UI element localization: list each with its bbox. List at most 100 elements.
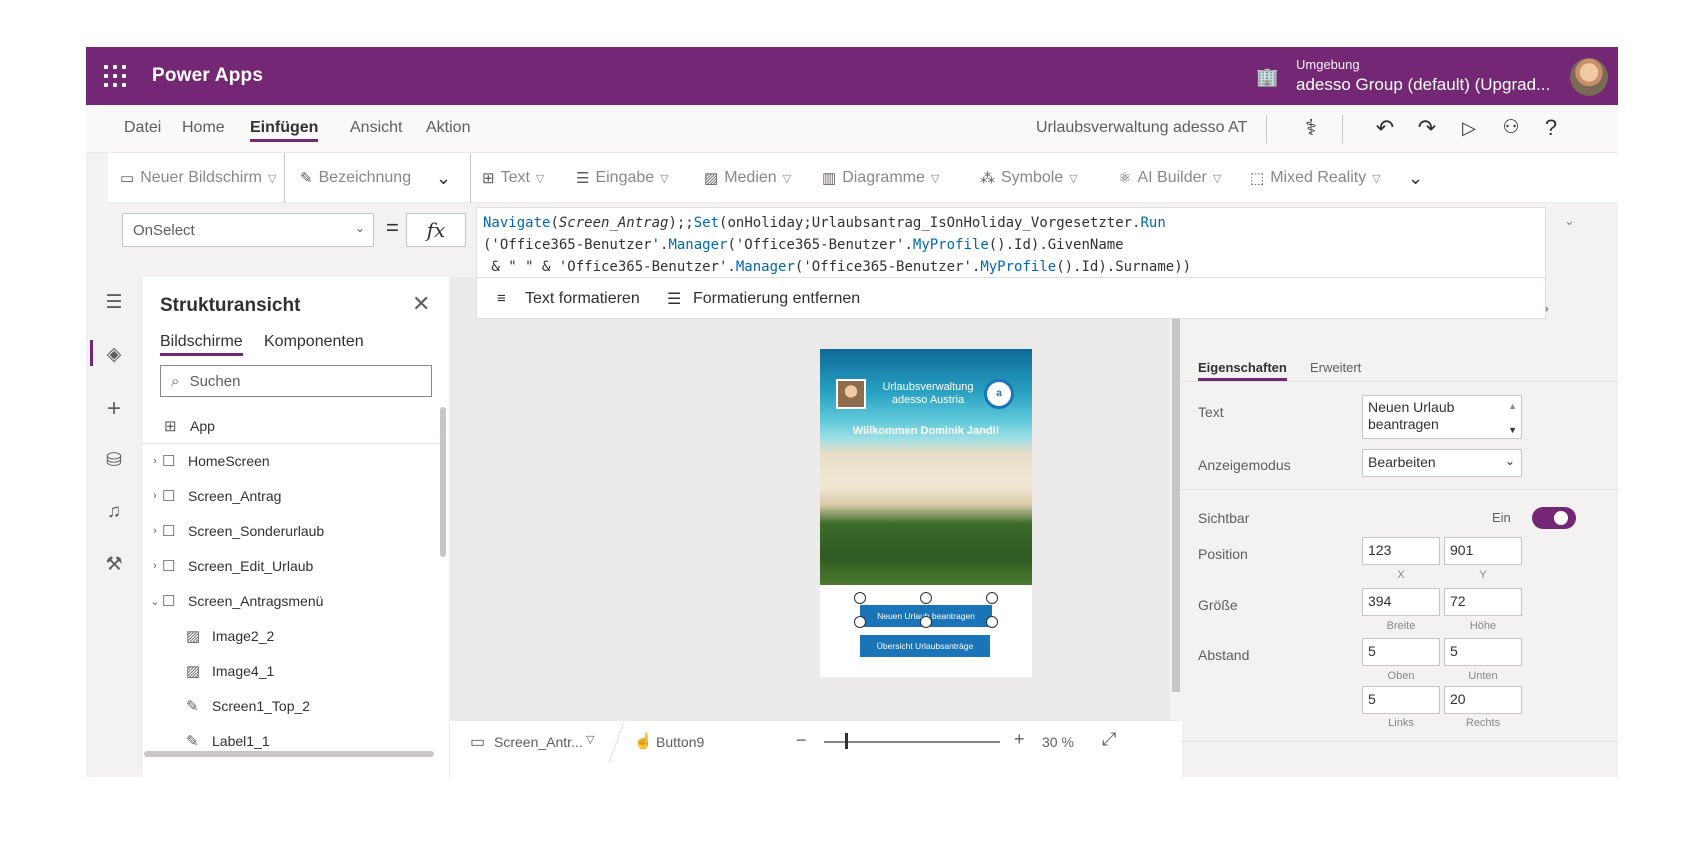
mixed-reality-menu[interactable]: ⬚ Mixed Reality ▽ [1250,153,1381,203]
data-icon[interactable]: ⛁ [86,449,142,472]
current-control-label[interactable]: Button9 [656,734,704,750]
position-y-input[interactable]: 901 [1444,537,1522,565]
mixed-reality-icon: ⬚ [1250,170,1265,187]
label-button[interactable]: ✎ Bezeichnung [300,153,411,203]
tree-view-icon[interactable]: ◈ [86,343,142,366]
media-menu[interactable]: ▨ Medien ▽ [704,153,791,203]
app-checker-icon[interactable]: ⚕ [1296,115,1326,141]
zoom-in-icon[interactable]: + [1014,729,1025,750]
tree-item-homescreen[interactable]: › ☐ HomeScreen [142,444,438,478]
position-x-input[interactable]: 123 [1362,537,1440,565]
tree-item-image2-2[interactable]: ▨ Image2_2 [142,619,438,653]
user-avatar[interactable] [1570,58,1608,96]
new-screen-button[interactable]: ▭ Neuer Bildschirm ▽ [120,153,276,203]
padding-left-input[interactable]: 5 [1362,686,1440,714]
close-icon[interactable]: ✕ [412,291,430,317]
padding-bottom-input[interactable]: 5 [1444,638,1522,666]
canvas-scrollbar-thumb[interactable] [1172,312,1180,692]
screen-icon: ☐ [162,453,176,470]
toggle-knob [1554,511,1568,525]
redo-icon[interactable]: ↷ [1412,115,1442,141]
design-canvas[interactable]: Urlaubsverwaltung adesso Austria a Willk… [450,277,1170,720]
tree-item-app[interactable]: ⊞ App [142,409,438,443]
zoom-slider-thumb[interactable] [845,733,849,749]
scroll-down-icon[interactable]: ▼ [1508,422,1517,439]
tree-item-image4-1[interactable]: ▨ Image4_1 [142,654,438,688]
width-input[interactable]: 394 [1362,588,1440,616]
hamburger-icon[interactable]: ☰ [86,291,142,314]
help-icon[interactable]: ? [1536,115,1566,141]
tree-item-screen-sonderurlaub[interactable]: › ☐ Screen_Sonderurlaub [142,514,438,548]
undo-icon[interactable]: ↶ [1370,115,1400,141]
tab-advanced[interactable]: Erweitert [1310,360,1361,375]
zoom-slider[interactable] [824,741,1000,743]
divider [284,153,285,203]
share-icon[interactable]: ⚇ [1496,116,1526,139]
resize-handle[interactable] [854,616,866,628]
more-chevron-icon[interactable]: ⌄ [1408,153,1423,203]
edit-label-icon: ✎ [300,170,313,187]
search-placeholder: Suchen [189,373,241,390]
button-control-icon: ☝ [634,733,653,750]
remove-formatting-icon: ☰ [667,291,682,308]
padding-top-input[interactable]: 5 [1362,638,1440,666]
brand-title[interactable]: Power Apps [152,65,263,87]
resize-handle[interactable] [986,592,998,604]
app-name[interactable]: Urlaubsverwaltung adesso AT [1036,119,1247,137]
tree-view-panel: Strukturansicht ✕ Bildschirme Komponente… [142,277,450,777]
expand-formula-chevron-icon[interactable]: ⌄ [1564,213,1575,229]
icons-label: Symbole [1001,169,1064,186]
tab-properties[interactable]: Eigenschaften [1198,360,1287,381]
media-icon[interactable]: ♫ [86,501,142,523]
menu-einfuegen[interactable]: Einfügen [250,119,319,142]
tree-item-screen1-top-2[interactable]: ✎ Screen1_Top_2 [142,689,438,723]
menu-datei[interactable]: Datei [124,119,161,137]
property-dropdown[interactable]: OnSelect ⌄ [122,213,374,247]
fx-button[interactable]: fx [406,213,466,247]
app-launcher-icon[interactable] [104,65,126,87]
text-label: Text [500,169,530,186]
charts-menu[interactable]: ▥ Diagramme ▽ [822,153,939,203]
ai-builder-menu[interactable]: ⚛ AI Builder ▽ [1118,153,1221,203]
formula-editor[interactable]: Navigate(Screen_Antrag);;Set(onHoliday;U… [476,207,1546,279]
tree-item-screen-antrag[interactable]: › ☐ Screen_Antrag [142,479,438,513]
horizontal-scrollbar[interactable] [144,751,434,757]
text-property-input[interactable]: Neuen Urlaub beantragen ▲ ▼ [1362,395,1522,439]
resize-handle[interactable] [920,592,932,604]
collapse-ribbon-chevron-icon[interactable]: ⌄ [436,153,451,203]
environment-name[interactable]: adesso Group (default) (Upgrad... [1296,75,1550,95]
tab-screens[interactable]: Bildschirme [160,333,243,356]
tools-icon[interactable]: ⚒ [86,553,142,576]
search-input[interactable]: ⌕ Suchen [160,365,432,397]
tree-item-screen-edit-urlaub[interactable]: › ☐ Screen_Edit_Urlaub [142,549,438,583]
remove-formatting-button[interactable]: Formatierung entfernen [693,290,860,308]
current-screen-selector[interactable]: Screen_Antr... [494,734,583,750]
menu-home[interactable]: Home [182,119,225,137]
padding-right-input[interactable]: 20 [1444,686,1522,714]
tree-item-screen-antragsmenue[interactable]: ⌄ ☐ Screen_Antragsmenü [142,584,438,618]
tab-components[interactable]: Komponenten [264,333,364,351]
fit-to-window-icon[interactable]: ⤢ [1102,729,1116,750]
leave-overview-button[interactable]: Übersicht Urlaubsanträge [860,635,990,657]
tree-item-label: Screen_Edit_Urlaub [188,558,314,574]
text-menu[interactable]: ⊞ Text ▽ [482,153,544,203]
size-label: Größe [1198,597,1238,613]
icons-menu[interactable]: ⁂ Symbole ▽ [980,153,1078,203]
resize-handle[interactable] [920,616,932,628]
zoom-out-icon[interactable]: − [796,730,807,751]
chevron-down-icon[interactable]: ▽ [586,733,594,746]
input-menu[interactable]: ☰ Eingabe ▽ [576,153,669,203]
play-icon[interactable]: ▷ [1454,118,1484,139]
divider [1182,381,1618,382]
resize-handle[interactable] [854,592,866,604]
ai-builder-icon: ⚛ [1118,170,1132,187]
display-mode-dropdown[interactable]: Bearbeiten ⌄ [1362,449,1522,477]
resize-handle[interactable] [986,616,998,628]
insert-icon[interactable]: + [86,395,142,423]
vertical-scrollbar[interactable] [440,407,446,557]
menu-aktion[interactable]: Aktion [426,119,470,137]
scroll-up-icon[interactable]: ▲ [1508,398,1517,415]
height-input[interactable]: 72 [1444,588,1522,616]
format-text-button[interactable]: Text formatieren [525,290,640,308]
menu-ansicht[interactable]: Ansicht [350,119,402,137]
